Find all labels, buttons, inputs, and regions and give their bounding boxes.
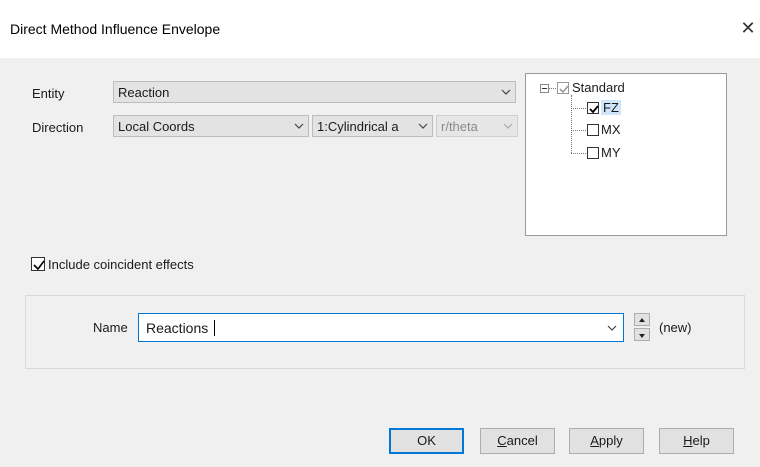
check-icon: [559, 85, 569, 94]
tree-item-my-checkbox[interactable]: [587, 147, 599, 159]
component-dropdown: r/theta: [436, 115, 518, 137]
close-icon[interactable]: ✕: [736, 14, 760, 42]
collapse-icon[interactable]: [540, 84, 549, 93]
help-button-label: elp: [692, 433, 710, 448]
name-status: (new): [659, 320, 692, 335]
tree-item-mx-checkbox[interactable]: [587, 124, 599, 136]
results-tree[interactable]: Standard FZ MX MY: [525, 73, 727, 236]
chevron-down-icon: [503, 123, 513, 129]
name-spinner[interactable]: [634, 313, 650, 341]
direction-label: Direction: [32, 120, 84, 135]
name-combobox[interactable]: Reactions: [138, 313, 624, 342]
tree-connector: [571, 153, 586, 154]
tree-item-mx-label[interactable]: MX: [601, 122, 621, 137]
include-coincident-label[interactable]: Include coincident effects: [48, 257, 194, 272]
coord-system-dropdown[interactable]: 1:Cylindrical a: [312, 115, 433, 137]
tree-item-my-label[interactable]: MY: [601, 145, 621, 160]
help-mnemonic: H: [683, 433, 693, 448]
apply-mnemonic: A: [590, 433, 599, 448]
tree-connector: [571, 108, 586, 109]
chevron-down-icon: [501, 89, 511, 95]
dialog-title: Direct Method Influence Envelope: [10, 21, 221, 37]
ok-button[interactable]: OK: [389, 428, 464, 454]
name-input-value: Reactions: [146, 320, 209, 336]
help-button[interactable]: Help: [659, 428, 734, 454]
cancel-mnemonic: C: [497, 433, 507, 448]
check-icon: [589, 105, 599, 114]
name-label: Name: [93, 320, 128, 335]
tree-connector: [549, 88, 556, 89]
tree-root-checkbox[interactable]: [557, 82, 569, 94]
cancel-button-label: ancel: [506, 433, 538, 448]
entity-dropdown[interactable]: Reaction: [113, 81, 516, 103]
cancel-button[interactable]: Cancel: [480, 428, 555, 454]
title-bar: Direct Method Influence Envelope ✕: [0, 0, 760, 58]
tree-connector: [571, 95, 572, 153]
coord-system-value: 1:Cylindrical a: [317, 119, 399, 134]
direction-value: Local Coords: [118, 119, 195, 134]
apply-button[interactable]: Apply: [569, 428, 644, 454]
spin-up-button[interactable]: [634, 313, 650, 326]
tree-item-fz-checkbox[interactable]: [587, 102, 599, 114]
ok-button-label: OK: [417, 433, 436, 448]
entity-label: Entity: [32, 86, 65, 101]
direction-dropdown[interactable]: Local Coords: [113, 115, 309, 137]
spin-down-button[interactable]: [634, 328, 650, 341]
tree-item-fz-label[interactable]: FZ: [601, 100, 621, 115]
chevron-down-icon: [294, 123, 304, 129]
component-value: r/theta: [441, 119, 478, 134]
tree-root-label: Standard: [572, 80, 625, 95]
include-coincident-checkbox[interactable]: [31, 257, 45, 271]
entity-value: Reaction: [118, 85, 170, 100]
chevron-down-icon: [418, 123, 428, 129]
check-icon: [33, 260, 45, 271]
apply-button-label: pply: [598, 433, 623, 448]
chevron-down-icon[interactable]: [607, 323, 617, 333]
tree-connector: [571, 130, 586, 131]
text-caret: [214, 320, 215, 336]
arrow-up-icon: [639, 318, 645, 322]
arrow-down-icon: [639, 334, 645, 338]
